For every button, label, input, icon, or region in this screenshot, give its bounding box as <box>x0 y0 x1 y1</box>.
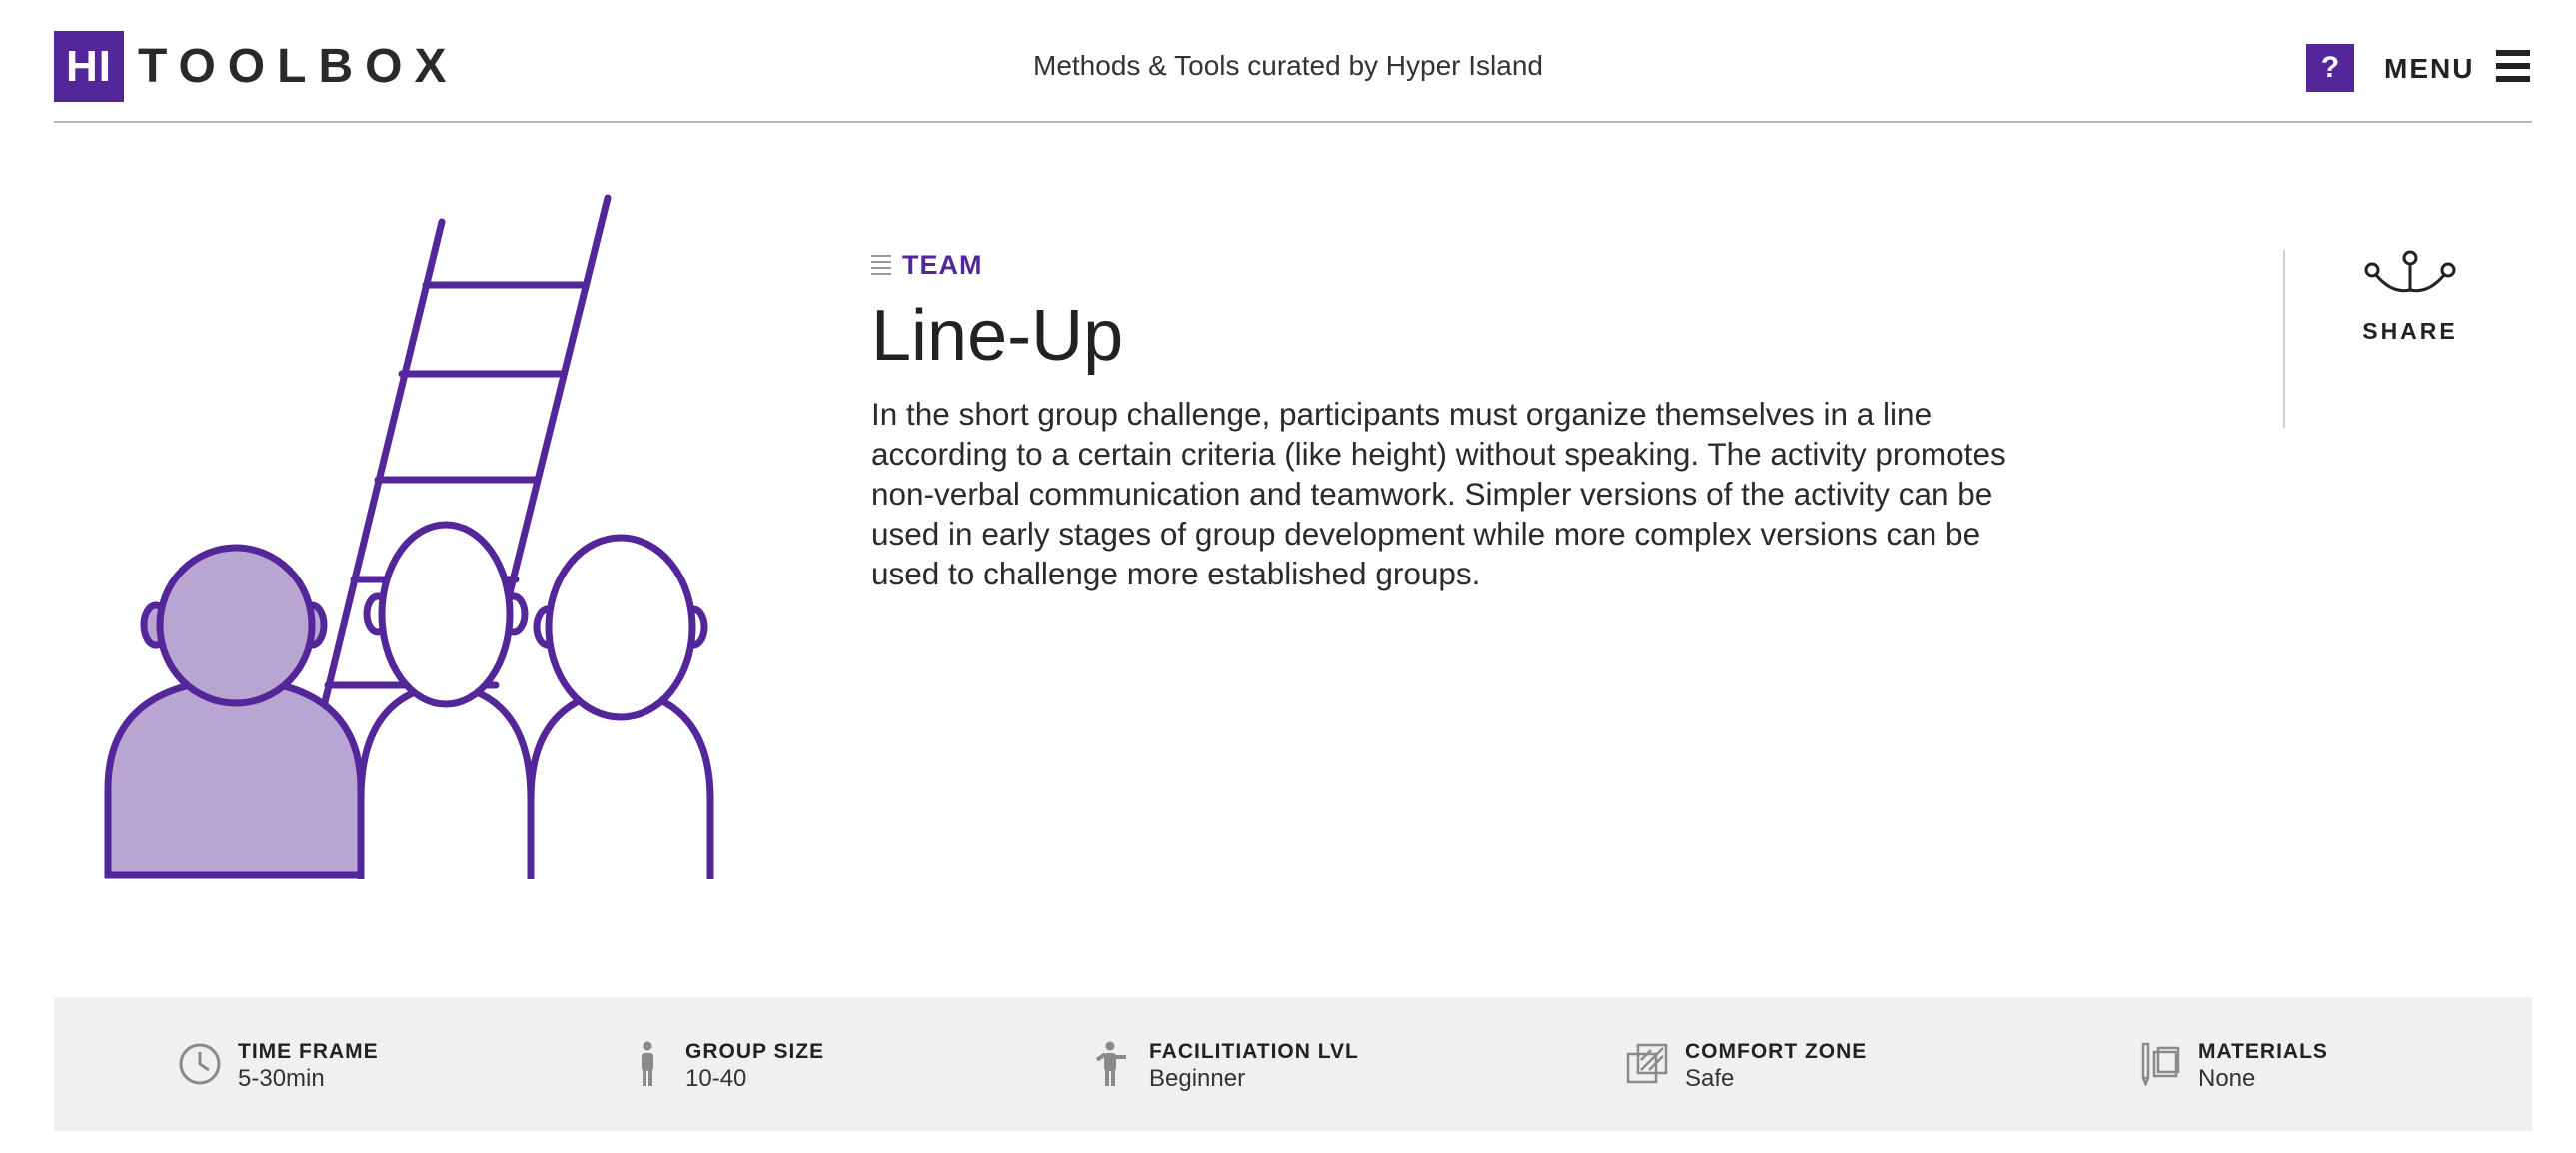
share-divider <box>2283 250 2285 428</box>
help-button[interactable]: ? <box>2306 44 2354 92</box>
clock-icon <box>176 1039 224 1089</box>
info-label: MATERIALS <box>2198 1040 2328 1063</box>
person-middle <box>357 521 535 879</box>
info-group-size: GROUP SIZE 10-40 <box>624 1039 824 1093</box>
method-info-bar: TIME FRAME 5-30min GROUP SIZE 10-40 FACI… <box>54 997 2532 1131</box>
category-tag[interactable]: TEAM <box>871 250 2010 280</box>
person-icon <box>624 1039 671 1089</box>
share-label: SHARE <box>2362 318 2458 344</box>
site-tagline: Methods & Tools curated by Hyper Island <box>1033 50 1543 81</box>
person-right <box>527 534 714 879</box>
info-label: FACILITIATION LVL <box>1149 1040 1359 1063</box>
facilitator-icon <box>1087 1039 1135 1089</box>
method-title: Line-Up <box>871 296 1124 376</box>
info-label: GROUP SIZE <box>685 1040 825 1063</box>
info-time-frame: TIME FRAME 5-30min <box>176 1039 379 1093</box>
logo-mark: HI <box>54 31 124 102</box>
menu-button[interactable]: MENU <box>2384 53 2474 85</box>
comfort-zone-icon <box>1623 1039 1671 1089</box>
toolbox-logo[interactable]: HI TOOLBOX <box>54 31 458 102</box>
method-description: In the short group challenge, participan… <box>871 396 2006 591</box>
site-header: HI TOOLBOX Methods & Tools curated by Hy… <box>54 0 2532 123</box>
share-icon <box>2364 250 2456 293</box>
hamburger-icon[interactable] <box>2496 50 2530 82</box>
info-value: None <box>2198 1065 2256 1092</box>
info-materials: MATERIALS None <box>2136 1039 2328 1093</box>
info-label: TIME FRAME <box>238 1040 379 1063</box>
info-value: Safe <box>1685 1065 1735 1092</box>
info-label: COMFORT ZONE <box>1685 1040 1868 1063</box>
line-up-illustration <box>104 194 714 879</box>
info-value: Beginner <box>1149 1065 1246 1092</box>
logo-text: TOOLBOX <box>138 40 459 93</box>
category-label: TEAM <box>902 249 983 280</box>
info-value: 10-40 <box>685 1065 747 1092</box>
list-icon <box>871 255 891 275</box>
person-left <box>104 544 365 879</box>
method-content: TEAM Line-Up In the short group challeng… <box>871 250 2010 593</box>
materials-icon <box>2136 1039 2184 1089</box>
info-comfort-zone: COMFORT ZONE Safe <box>1623 1039 1867 1093</box>
share-button[interactable]: SHARE <box>2358 250 2462 345</box>
info-facilitation-level: FACILITIATION LVL Beginner <box>1087 1039 1359 1093</box>
info-value: 5-30min <box>238 1065 325 1092</box>
